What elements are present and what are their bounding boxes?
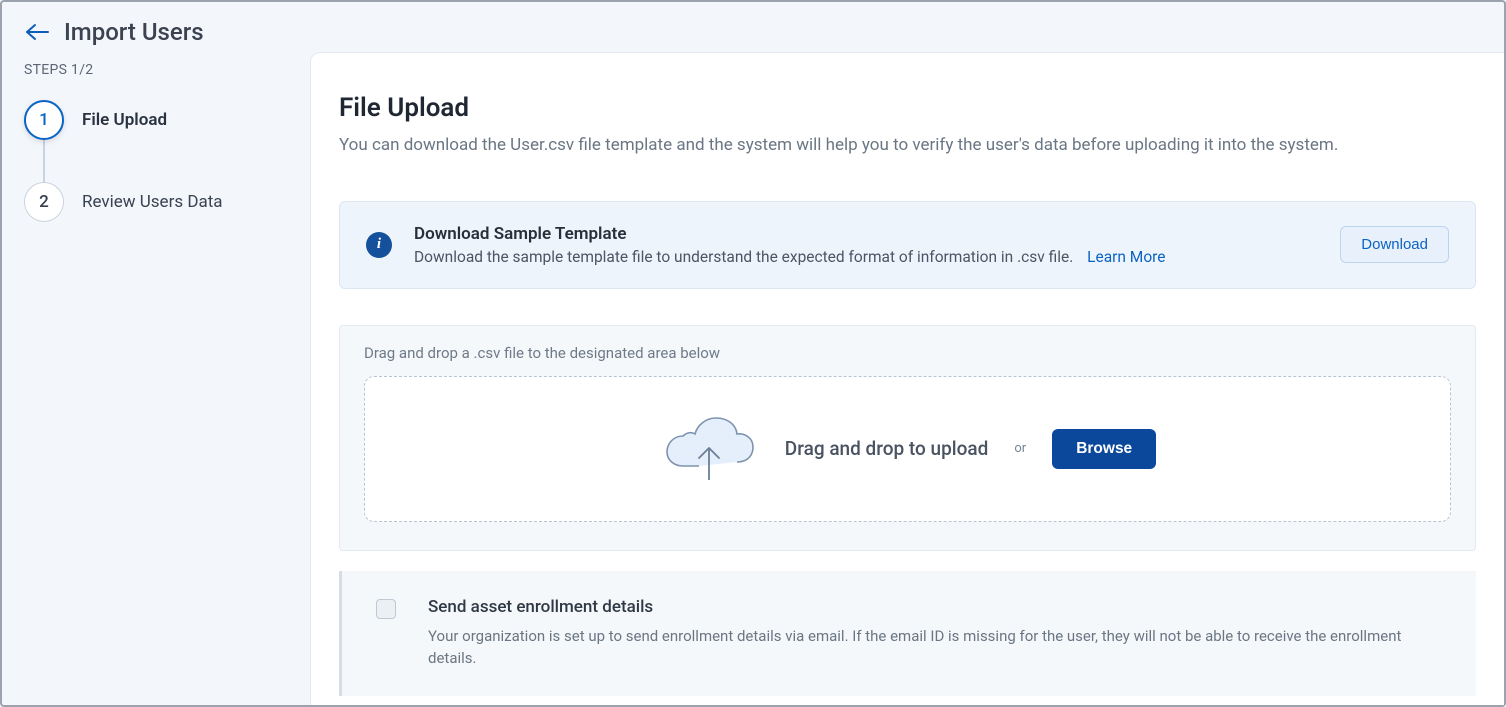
dropzone-text: Drag and drop to upload [785, 437, 989, 460]
info-icon: i [366, 232, 392, 258]
info-card-title: Download Sample Template [414, 224, 1318, 244]
upload-hint-text: Drag and drop a .csv file to the designa… [364, 344, 1451, 362]
browse-button[interactable]: Browse [1052, 429, 1156, 469]
step-connector [43, 140, 45, 184]
step-label-1: File Upload [82, 110, 167, 130]
content-description: You can download the User.csv file templ… [339, 133, 1476, 159]
main-panel: File Upload You can download the User.cs… [310, 52, 1504, 705]
page-header: Import Users [2, 2, 1504, 52]
step-number-1: 1 [24, 100, 64, 140]
dropzone-or-text: or [1014, 441, 1026, 456]
page-title-header: Import Users [64, 18, 204, 46]
step-number-2: 2 [24, 182, 64, 222]
enrollment-title: Send asset enrollment details [428, 597, 1446, 617]
steps-sidebar: STEPS 1/2 1 File Upload 2 Review Users D… [2, 52, 310, 705]
cloud-upload-icon [659, 414, 759, 484]
enrollment-section: Send asset enrollment details Your organ… [339, 571, 1476, 696]
learn-more-link[interactable]: Learn More [1087, 248, 1165, 266]
back-arrow-icon[interactable] [24, 22, 50, 42]
step-file-upload[interactable]: 1 File Upload [24, 100, 288, 140]
info-card-description: Download the sample template file to und… [414, 248, 1318, 266]
content-title: File Upload [339, 93, 1476, 123]
download-template-button[interactable]: Download [1340, 226, 1449, 263]
step-label-2: Review Users Data [82, 192, 223, 212]
file-dropzone[interactable]: Drag and drop to upload or Browse [364, 376, 1451, 522]
enrollment-description: Your organization is set up to send enro… [428, 625, 1428, 670]
download-template-card: i Download Sample Template Download the … [339, 201, 1476, 289]
step-review-users-data[interactable]: 2 Review Users Data [24, 182, 288, 222]
steps-counter-label: STEPS 1/2 [24, 62, 288, 78]
send-enrollment-checkbox[interactable] [376, 599, 396, 619]
upload-section: Drag and drop a .csv file to the designa… [339, 325, 1476, 551]
